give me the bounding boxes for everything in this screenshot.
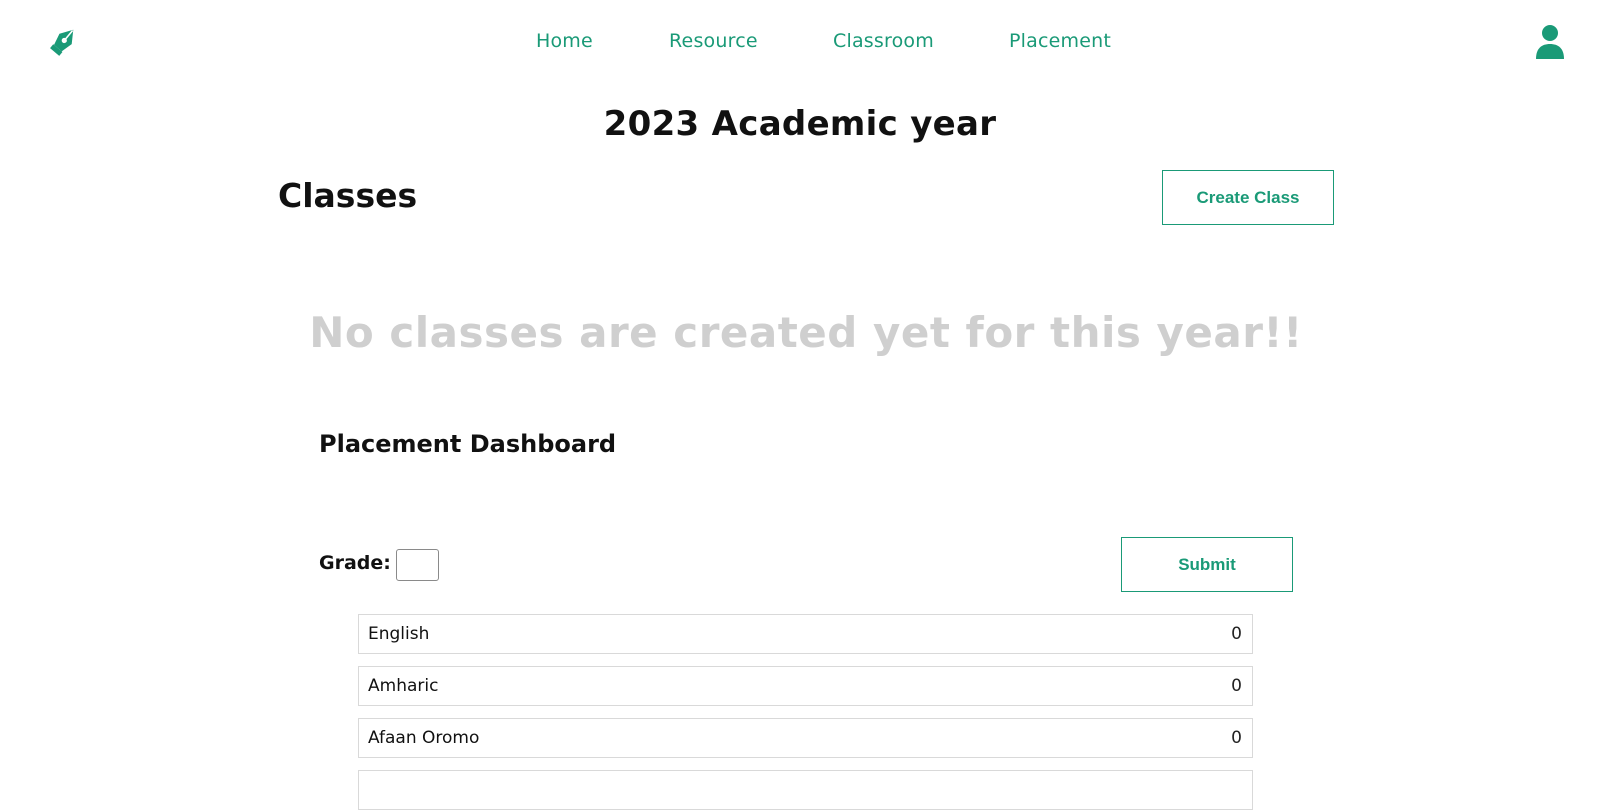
grade-input[interactable] <box>396 549 439 581</box>
grade-label: Grade: <box>319 552 391 574</box>
subject-row-partial <box>358 770 1253 810</box>
submit-button[interactable]: Submit <box>1121 537 1293 592</box>
top-navbar: Home Resource Classroom Placement <box>0 0 1600 84</box>
subject-name: Afaan Oromo <box>368 728 480 748</box>
nav-home[interactable]: Home <box>536 30 593 52</box>
subject-value: 0 <box>1231 728 1242 748</box>
subject-row: Amharic 0 <box>358 666 1253 706</box>
subject-value: 0 <box>1231 624 1242 644</box>
main-nav: Home Resource Classroom Placement <box>0 30 1600 56</box>
subject-name: English <box>368 624 430 644</box>
empty-classes-message: No classes are created yet for this year… <box>309 308 1303 357</box>
subject-row: English 0 <box>358 614 1253 654</box>
classes-heading: Classes <box>278 176 418 215</box>
nav-resource[interactable]: Resource <box>669 30 758 52</box>
page-title: 2023 Academic year <box>603 104 997 144</box>
user-icon[interactable] <box>1534 24 1566 60</box>
create-class-button[interactable]: Create Class <box>1162 170 1334 225</box>
nav-classroom[interactable]: Classroom <box>833 30 934 52</box>
placement-dashboard-heading: Placement Dashboard <box>319 430 617 458</box>
subject-value: 0 <box>1231 676 1242 696</box>
subject-row: Afaan Oromo 0 <box>358 718 1253 758</box>
subject-name: Amharic <box>368 676 439 696</box>
nav-placement[interactable]: Placement <box>1009 30 1111 52</box>
